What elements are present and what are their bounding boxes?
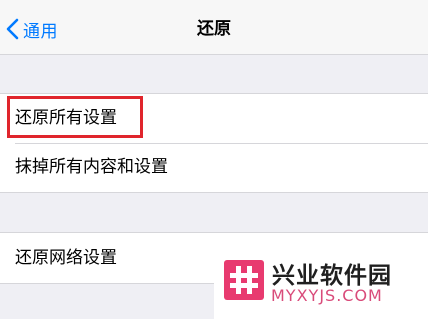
- reset-network-settings-label: 还原网络设置: [15, 248, 117, 268]
- watermark-url: MYXYJS.COM: [271, 286, 383, 305]
- reset-all-settings-label: 还原所有设置: [15, 108, 117, 128]
- hash-logo-icon: [224, 260, 264, 300]
- back-button[interactable]: 通用: [6, 14, 58, 44]
- navigation-bar: 通用 还原: [0, 0, 428, 55]
- back-button-label: 通用: [23, 21, 58, 42]
- reset-all-settings-cell[interactable]: 还原所有设置: [0, 94, 428, 143]
- chevron-left-icon: [6, 18, 19, 40]
- reset-options-group: 还原所有设置 抹掉所有内容和设置: [0, 93, 428, 193]
- erase-all-content-cell[interactable]: 抹掉所有内容和设置: [0, 143, 428, 192]
- page-title: 还原: [197, 19, 231, 39]
- watermark-site-name: 兴业软件园: [272, 263, 392, 289]
- watermark: 兴业软件园 MYXYJS.COM: [214, 250, 428, 319]
- erase-all-content-label: 抹掉所有内容和设置: [15, 157, 168, 177]
